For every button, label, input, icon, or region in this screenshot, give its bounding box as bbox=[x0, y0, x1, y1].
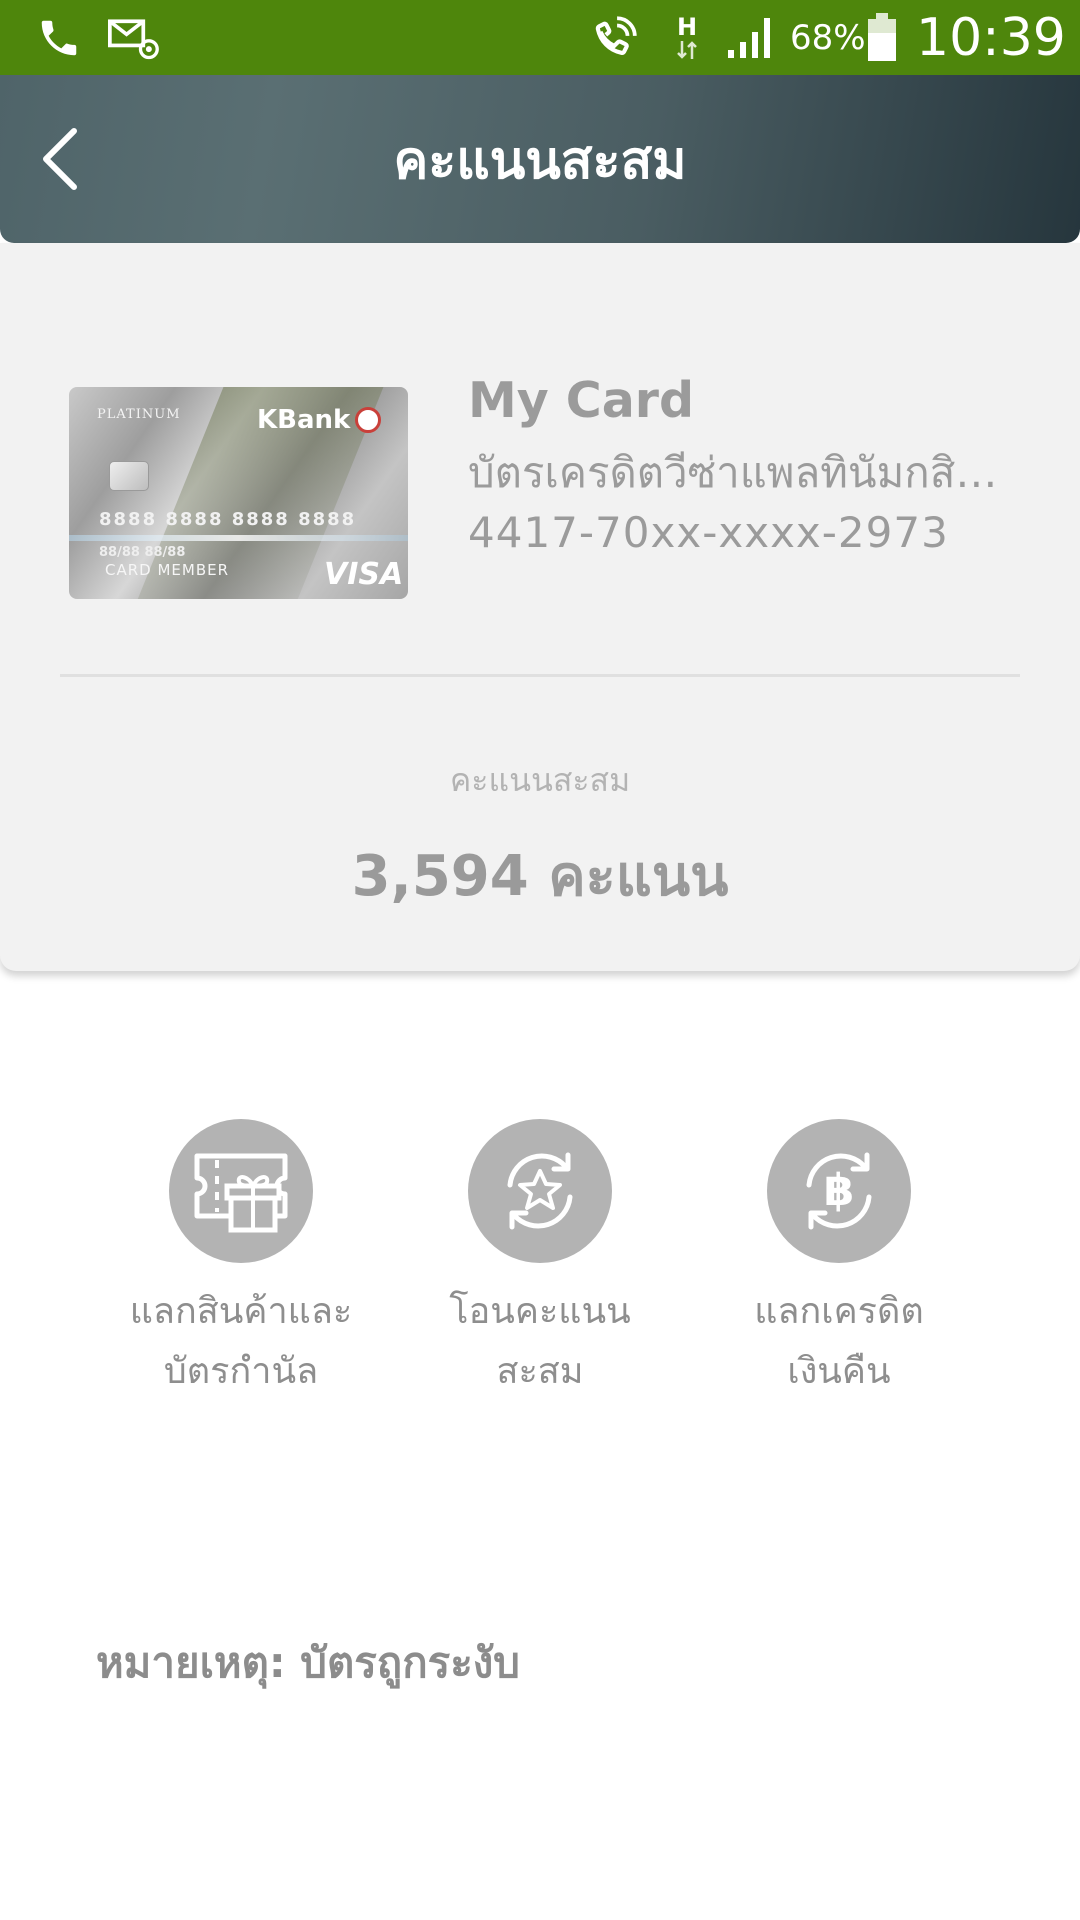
baht-cashback-icon: ฿ bbox=[767, 1119, 911, 1263]
transfer-points-line2: สะสม bbox=[496, 1351, 584, 1392]
network-type-icon: H bbox=[676, 0, 698, 75]
bank-emblem-icon bbox=[355, 407, 381, 433]
card-summary-panel: PLATINUM KBank 8888 8888 8888 8888 88/88… bbox=[0, 243, 1080, 971]
back-button[interactable] bbox=[18, 117, 102, 201]
card-hologram-strip bbox=[69, 535, 408, 541]
cashback-button[interactable]: ฿ แลกเครดิต เงินคืน bbox=[690, 1119, 988, 1392]
card-image-number: 8888 8888 8888 8888 bbox=[99, 509, 357, 530]
phone-icon bbox=[36, 0, 82, 75]
email-at-icon bbox=[108, 0, 160, 75]
clock: 10:39 bbox=[916, 7, 1066, 68]
cashback-label: แลกเครดิต เงินคืน bbox=[690, 1282, 988, 1402]
card-network-logo: VISA bbox=[324, 557, 404, 592]
card-suspended-note: หมายเหตุ: บัตรถูกระงับ bbox=[96, 1638, 520, 1687]
redeem-rewards-line1: แลกสินค้าและ bbox=[129, 1291, 353, 1332]
card-tier-text: PLATINUM bbox=[97, 407, 181, 422]
app-header: คะแนนสะสม bbox=[0, 75, 1080, 243]
star-transfer-icon bbox=[468, 1119, 612, 1263]
chevron-left-icon bbox=[43, 128, 77, 190]
card-image-holder: CARD MEMBER bbox=[105, 561, 230, 579]
card-chip-icon bbox=[109, 461, 149, 491]
card-bank-logo: KBank bbox=[257, 405, 351, 435]
gift-voucher-icon bbox=[169, 1119, 313, 1263]
svg-text:฿: ฿ bbox=[824, 1165, 855, 1216]
points-screen: H 68% 10:39 คะแนนสะสม PLATINUM KBank 888… bbox=[0, 0, 1080, 1920]
wifi-calling-icon bbox=[588, 0, 642, 75]
points-label: คะแนนสะสม bbox=[449, 761, 631, 799]
cashback-line2: เงินคืน bbox=[787, 1351, 891, 1392]
status-bar: H 68% 10:39 bbox=[0, 0, 1080, 75]
card-type: บัตรเครดิตวีซ่าแพลทินัมกสิก... bbox=[468, 448, 1018, 497]
card-name: My Card bbox=[468, 372, 695, 429]
card-image-dates: 88/88 88/88 bbox=[99, 545, 186, 560]
card-masked-number: 4417-70xx-xxxx-2973 bbox=[468, 508, 949, 557]
redeem-rewards-button[interactable]: แลกสินค้าและ บัตรกำนัล bbox=[92, 1119, 390, 1392]
points-value: 3,594 คะแนน bbox=[351, 844, 729, 909]
transfer-points-line1: โอนคะแนน bbox=[449, 1291, 631, 1332]
transfer-points-label: โอนคะแนน สะสม bbox=[391, 1282, 689, 1402]
network-type-label: H bbox=[676, 12, 698, 41]
page-title: คะแนนสะสม bbox=[393, 130, 687, 191]
redeem-rewards-line2: บัตรกำนัล bbox=[163, 1351, 319, 1392]
signal-icon bbox=[724, 0, 776, 75]
transfer-points-button[interactable]: โอนคะแนน สะสม bbox=[391, 1119, 689, 1392]
battery-percent: 68% bbox=[790, 17, 866, 58]
redeem-rewards-label: แลกสินค้าและ บัตรกำนัล bbox=[92, 1282, 390, 1402]
battery-icon bbox=[866, 0, 898, 75]
divider bbox=[60, 674, 1020, 677]
credit-card-image: PLATINUM KBank 8888 8888 8888 8888 88/88… bbox=[69, 387, 408, 599]
cashback-line1: แลกเครดิต bbox=[754, 1291, 924, 1332]
